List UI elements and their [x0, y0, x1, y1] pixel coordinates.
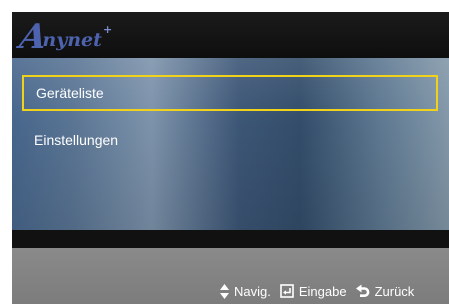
- hint-label: Eingabe: [298, 283, 347, 299]
- hint-enter: Eingabe: [280, 284, 347, 299]
- logo-plus: +: [102, 23, 113, 36]
- logo-letter: A: [17, 17, 49, 57]
- menu-header: A nynet +: [12, 12, 449, 58]
- hint-return: Zurück: [355, 283, 415, 299]
- hint-navigate: Navig.: [220, 283, 271, 299]
- menu-item-einstellungen[interactable]: Einstellungen: [22, 122, 438, 158]
- menu-panel: Geräteliste Einstellungen: [12, 58, 449, 230]
- button-hints: Navig. Eingabe Zurück: [220, 282, 414, 300]
- tv-menu-screen: A nynet + Geräteliste Einstellungen Navi…: [12, 12, 449, 304]
- logo-text: nynet: [42, 29, 102, 51]
- divider: [12, 230, 449, 248]
- return-icon: [355, 284, 369, 297]
- up-down-arrows-icon: [220, 283, 229, 299]
- hint-label: Navig.: [234, 283, 271, 299]
- menu-item-geraeteliste[interactable]: Geräteliste: [22, 75, 438, 111]
- menu-item-label: Einstellungen: [34, 132, 119, 148]
- footer-bar: Navig. Eingabe Zurück: [12, 248, 449, 304]
- hint-label: Zurück: [374, 283, 415, 299]
- enter-icon: [280, 284, 294, 298]
- anynet-logo: A nynet +: [17, 16, 113, 57]
- menu-item-label: Geräteliste: [36, 85, 104, 101]
